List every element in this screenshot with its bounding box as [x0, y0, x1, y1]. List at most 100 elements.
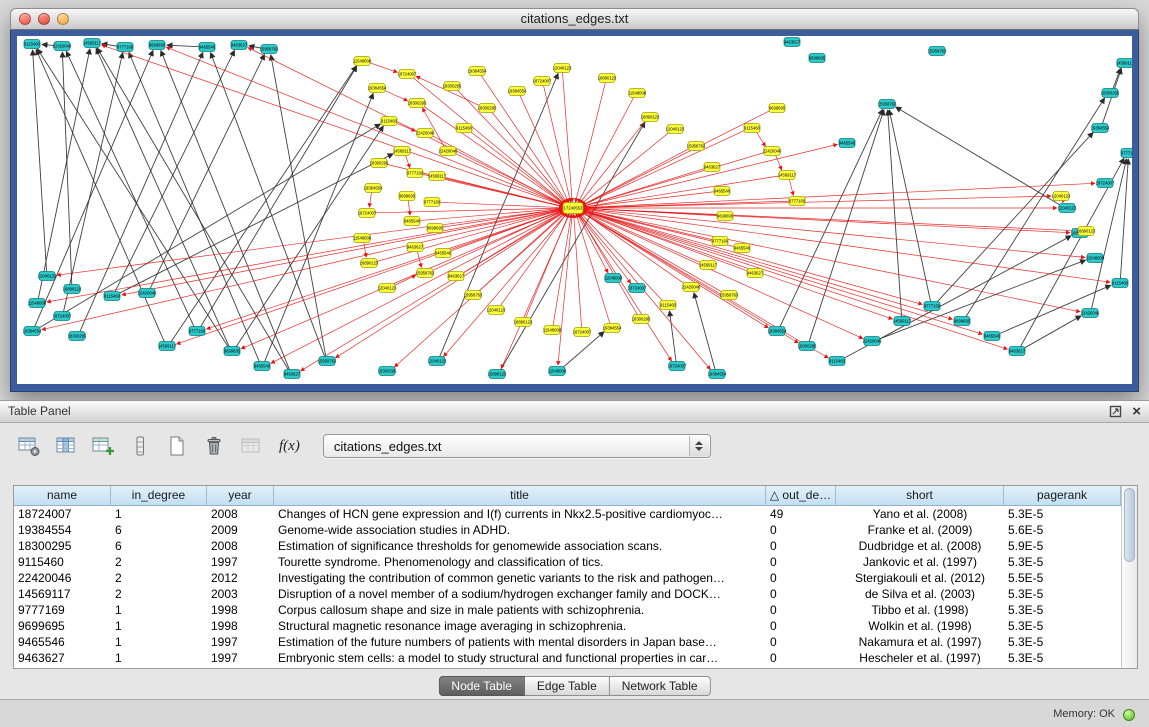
network-canvas[interactable]: 1724055319384554183002959115460224200461… [17, 36, 1132, 384]
network-node[interactable]: 9465546 [714, 187, 731, 196]
network-node[interactable]: 18724007 [628, 284, 647, 293]
table-selector-dropdown[interactable]: citations_edges.txt [323, 434, 711, 458]
network-node[interactable]: 16890123 [488, 370, 507, 379]
network-node[interactable]: 9777169 [1121, 149, 1132, 158]
network-edge[interactable] [579, 208, 1076, 231]
network-edge[interactable] [578, 210, 768, 328]
column-header-name[interactable]: name [14, 486, 111, 506]
network-node[interactable]: 15958763 [464, 291, 483, 300]
network-edge[interactable] [578, 97, 634, 203]
network-node[interactable]: 9463627 [1009, 347, 1026, 356]
network-node[interactable]: 14569117 [1116, 59, 1132, 68]
network-edge[interactable] [775, 154, 782, 170]
table-row[interactable]: 946362711997Embryonic stem cells: a mode… [14, 650, 1121, 666]
network-edge[interactable] [579, 209, 893, 319]
network-edge[interactable] [1022, 316, 1081, 349]
network-edge[interactable] [395, 122, 416, 131]
network-edge[interactable] [200, 66, 357, 328]
network-edge[interactable] [166, 47, 567, 206]
network-node[interactable]: 19384554 [468, 67, 487, 76]
network-node[interactable]: 18724007 [1096, 179, 1115, 188]
network-node[interactable]: 9465546 [984, 332, 1001, 341]
scrollbar-thumb[interactable] [1124, 488, 1135, 562]
network-edge[interactable] [1120, 159, 1128, 279]
network-node[interactable]: 22420046 [682, 283, 701, 292]
network-node[interactable]: 18300295 [1101, 89, 1120, 98]
network-edge[interactable] [33, 50, 47, 272]
column-header-year[interactable]: year [207, 486, 274, 506]
network-node[interactable]: 16890123 [63, 285, 82, 294]
network-node[interactable]: 9115460 [381, 117, 398, 126]
network-node[interactable]: 11548008 [353, 57, 372, 66]
tab-edge-table[interactable]: Edge Table [525, 676, 610, 696]
network-node[interactable]: 9115460 [660, 301, 677, 310]
network-edge[interactable] [896, 107, 1062, 206]
network-node[interactable]: 9465546 [839, 139, 856, 148]
network-edge[interactable] [563, 72, 573, 202]
network-node[interactable]: 18300295 [370, 159, 389, 168]
network-node[interactable]: 9699695 [427, 224, 444, 233]
network-edge[interactable] [574, 214, 582, 328]
table-mode-icon[interactable] [16, 433, 42, 459]
network-edge[interactable] [422, 108, 444, 148]
network-node[interactable]: 11548008 [543, 326, 562, 335]
network-node[interactable]: 22420046 [138, 289, 157, 298]
network-edge[interactable] [364, 242, 367, 257]
table-row[interactable]: 1872400712008Changes of HCN gene express… [14, 506, 1121, 522]
network-edge[interactable] [408, 200, 410, 215]
network-edge[interactable] [368, 62, 398, 72]
table-row[interactable]: 911546021997Tourette syndrome. Phenomeno… [14, 554, 1121, 570]
network-node[interactable]: 19384554 [364, 184, 383, 193]
network-node[interactable]: 9699695 [224, 347, 241, 356]
network-node[interactable]: 16890123 [360, 259, 379, 268]
tab-network-table[interactable]: Network Table [610, 676, 711, 696]
network-edge[interactable] [395, 211, 569, 367]
network-edge[interactable] [167, 45, 201, 47]
network-edge[interactable] [383, 89, 408, 101]
network-edge[interactable] [102, 45, 568, 207]
network-edge[interactable] [34, 51, 153, 328]
network-node[interactable]: 9465546 [404, 217, 421, 226]
network-node[interactable]: 22420046 [763, 147, 782, 156]
network-edge[interactable] [66, 51, 194, 327]
network-edge[interactable] [888, 110, 902, 317]
network-edge[interactable] [177, 209, 568, 344]
network-edge[interactable] [369, 192, 371, 207]
column-header-title[interactable]: title [274, 486, 766, 506]
tab-node-table[interactable]: Node Table [438, 676, 525, 696]
column-header-in_degree[interactable]: in_degree [111, 486, 207, 506]
table-row[interactable]: 977716911998Corpus callosum shape and si… [14, 602, 1121, 618]
network-node[interactable]: 18300295 [798, 342, 817, 351]
network-edge[interactable] [150, 54, 265, 289]
network-edge[interactable] [117, 154, 393, 295]
network-node[interactable]: 19384554 [603, 324, 622, 333]
table-row[interactable]: 969969511998Structural magnetic resonanc… [14, 618, 1121, 634]
network-node[interactable]: 12040123 [428, 357, 447, 366]
network-node[interactable]: 14569117 [893, 317, 912, 326]
network-edge[interactable] [579, 196, 1051, 208]
network-node[interactable]: 9465546 [254, 362, 271, 371]
network-edge[interactable] [581, 211, 686, 284]
network-edge[interactable] [47, 209, 567, 302]
network-edge[interactable] [454, 153, 564, 206]
network-node[interactable]: 12040123 [1052, 192, 1071, 201]
network-node[interactable]: 22420046 [53, 42, 72, 51]
table-row[interactable]: 1456911722003Disruption of a novel membe… [14, 586, 1121, 602]
network-node[interactable]: 15958763 [260, 45, 279, 54]
network-node[interactable]: 18300295 [408, 99, 427, 108]
network-node[interactable]: 9699695 [717, 212, 734, 221]
network-node[interactable]: 12040123 [487, 306, 506, 315]
network-node[interactable]: 9115460 [744, 124, 761, 133]
network-node[interactable]: 18724007 [668, 362, 687, 371]
network-edge[interactable] [576, 82, 606, 202]
network-node[interactable]: 22420046 [416, 129, 435, 138]
network-node[interactable]: 9777169 [789, 197, 806, 206]
network-node[interactable]: 9777169 [117, 43, 134, 52]
network-node[interactable]: 19384554 [23, 327, 42, 336]
network-node[interactable]: 18724007 [533, 77, 552, 86]
network-node[interactable]: 14569117 [699, 261, 718, 270]
network-node[interactable]: 15958763 [720, 291, 739, 300]
network-node[interactable]: 22420046 [1081, 309, 1100, 318]
create-column-icon[interactable] [90, 433, 116, 459]
network-edge[interactable] [670, 311, 677, 362]
